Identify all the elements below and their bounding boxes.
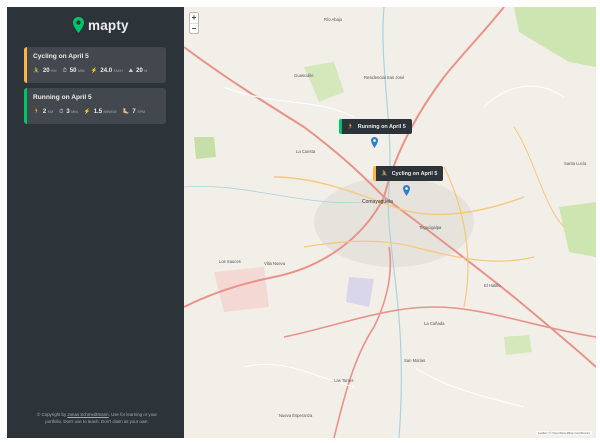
popup-cycling[interactable]: 🚴 Cycling on April 5 — [373, 166, 444, 181]
zoom-control: + − — [189, 12, 199, 34]
workout-unit: KM — [51, 69, 57, 73]
urban-area — [346, 277, 374, 307]
place-label: Río Abajo — [324, 17, 343, 22]
popup-running[interactable]: 🏃 Running on April 5 — [339, 119, 412, 134]
road-minor — [413, 366, 525, 408]
workout-detail-distance: 🏃 2 KM — [33, 109, 53, 115]
app: mapty Cycling on April 5 🚴 20 KM ⏱ 50 MI… — [7, 7, 596, 438]
workout-value: 24.0 — [100, 68, 113, 74]
runner-icon: 🏃 — [33, 109, 40, 115]
place-label: San Matías — [404, 358, 425, 363]
map-tiles: Río Abajo Guasculile Residencial San Jos… — [184, 7, 596, 438]
workout-unit: SPM — [137, 110, 146, 114]
popup-label: Cycling on April 5 — [391, 170, 438, 177]
workout-card-running[interactable]: Running on April 5 🏃 2 KM ⏱ 3 MIN ⚡️ 1.5… — [24, 88, 166, 124]
place-label: Residencial San José — [364, 75, 405, 80]
workout-value: 50 — [69, 68, 77, 74]
road-minor — [243, 363, 355, 388]
place-label: Nueva Esperanza — [279, 413, 313, 418]
place-label: Los Sauces — [219, 259, 241, 264]
park-area — [504, 335, 532, 355]
workout-details: 🏃 2 KM ⏱ 3 MIN ⚡️ 1.5 MIN/KM 🦶🏼 7 SPM — [33, 109, 158, 116]
workout-detail-elevation: ⛰ 20 M — [129, 68, 148, 75]
stopwatch-icon: ⏱ — [59, 109, 64, 115]
workout-unit: MIN/KM — [103, 110, 117, 114]
map-attribution[interactable]: Leaflet | © OpenStreetMap contributors — [535, 431, 592, 435]
park-area — [304, 62, 344, 102]
foot-icon: 🦶🏼 — [122, 109, 130, 115]
workout-detail-duration: ⏱ 50 MIN — [62, 68, 84, 75]
military-area — [214, 267, 269, 312]
stopwatch-icon: ⏱ — [62, 68, 67, 74]
road-minor — [483, 85, 565, 108]
workout-value: 2 — [42, 109, 47, 115]
place-label: Guasculile — [294, 73, 314, 78]
copyright: © Copyright by Jonas Schmedtmann. Use fo… — [29, 411, 165, 425]
workout-unit: M — [144, 69, 148, 73]
bike-icon: 🚴 — [381, 170, 388, 177]
app-name: mapty — [88, 17, 129, 33]
map-marker-icon[interactable] — [371, 137, 378, 148]
workout-detail-cadence: 🦶🏼 7 SPM — [123, 109, 146, 115]
place-label: Villa Nueva — [264, 261, 286, 266]
workout-details: 🚴 20 KM ⏱ 50 MIN ⚡️ 24.0 KM/H ⛰ 20 M — [33, 68, 158, 75]
popup-label: Running on April 5 — [357, 123, 406, 130]
place-label: Santa Lucía — [564, 161, 587, 166]
place-label: La Cañada — [424, 321, 445, 326]
workout-value: 7 — [132, 109, 136, 115]
bike-icon: 🚴 — [33, 68, 40, 74]
map-marker-icon[interactable] — [403, 185, 410, 196]
place-label: Comayagüela — [362, 199, 393, 205]
runner-icon: 🏃 — [347, 123, 354, 130]
workout-detail-pace: ⚡️ 1.5 MIN/KM — [84, 109, 117, 115]
workout-unit: KM/H — [113, 69, 123, 73]
lightning-icon: ⚡️ — [83, 109, 91, 115]
map-pin-logo-icon — [73, 17, 84, 33]
workout-card-cycling[interactable]: Cycling on April 5 🚴 20 KM ⏱ 50 MIN ⚡️ 2… — [24, 47, 166, 83]
map[interactable]: Río Abajo Guasculile Residencial San Jos… — [184, 7, 596, 438]
road-secondary — [513, 126, 565, 228]
logo: mapty — [73, 17, 129, 33]
workout-detail-distance: 🚴 20 KM — [33, 68, 56, 74]
lightning-icon: ⚡️ — [90, 68, 98, 74]
workout-title: Cycling on April 5 — [33, 53, 89, 60]
workout-detail-duration: ⏱ 3 MIN — [59, 109, 78, 116]
workout-value: 20 — [136, 68, 143, 74]
road-major — [333, 246, 392, 438]
mountain-icon: ⛰ — [128, 68, 134, 74]
park-area — [514, 7, 596, 67]
workout-unit: MIN — [77, 69, 85, 73]
place-label: Las Torres — [334, 378, 353, 383]
park-area — [194, 137, 216, 159]
workout-list: Cycling on April 5 🚴 20 KM ⏱ 50 MIN ⚡️ 2… — [24, 47, 166, 129]
workout-value: 1.5 — [93, 109, 103, 115]
place-label: La Cuesta — [296, 149, 316, 154]
workout-value: 3 — [66, 109, 70, 115]
workout-unit: MIN — [71, 110, 78, 114]
workout-unit: KM — [47, 110, 54, 114]
workout-detail-speed: ⚡️ 24.0 KM/H — [91, 68, 123, 74]
workout-title: Running on April 5 — [33, 94, 92, 101]
urban-area — [314, 177, 474, 267]
workout-value: 20 — [42, 68, 50, 74]
zoom-in-button[interactable]: + — [190, 13, 198, 23]
sidebar: mapty Cycling on April 5 🚴 20 KM ⏱ 50 MI… — [7, 7, 184, 438]
place-label: Tegucigalpa — [419, 225, 442, 230]
place-label: El Hatillo — [484, 283, 501, 288]
copyright-prefix: © Copyright by — [37, 412, 68, 417]
zoom-out-button[interactable]: − — [190, 23, 198, 33]
park-area — [559, 202, 596, 257]
author-link[interactable]: Jonas Schmedtmann — [67, 412, 108, 417]
